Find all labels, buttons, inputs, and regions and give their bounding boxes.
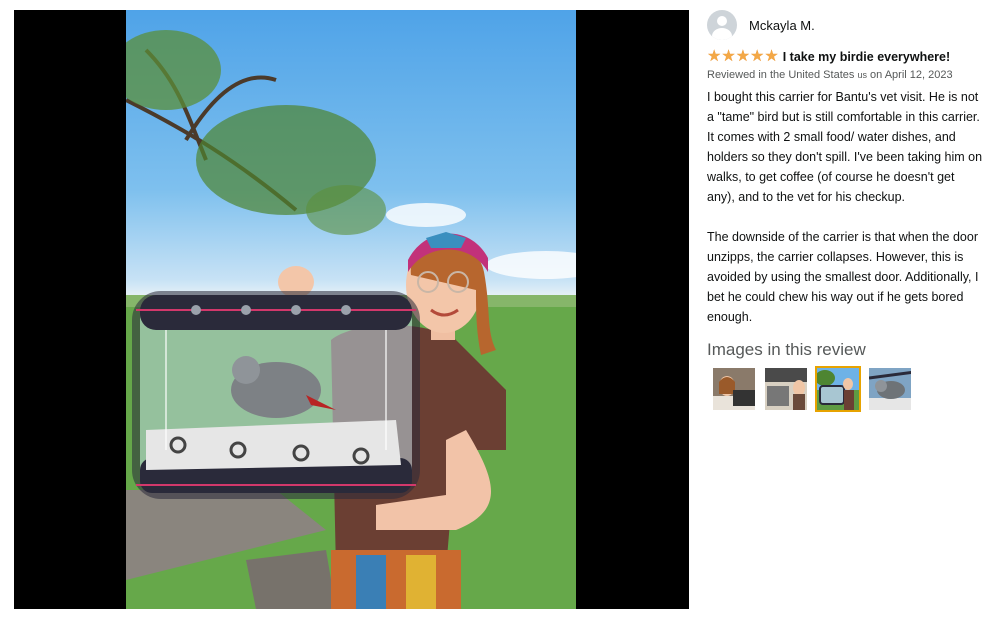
review-title: I take my birdie everywhere! <box>782 50 951 64</box>
bird-carrier <box>132 291 420 499</box>
thumbnail-4[interactable] <box>867 366 913 412</box>
avatar-icon <box>707 10 737 40</box>
review-body: I bought this carrier for Bantu's vet vi… <box>707 87 982 327</box>
review-panel: Mckayla M. ★ ★ ★ ★ ★ I take my birdie ev… <box>707 10 982 412</box>
thumbnail-3[interactable] <box>815 366 861 412</box>
photo-illustration <box>126 30 576 609</box>
thumbnail-1[interactable] <box>711 366 757 412</box>
star-icon: ★ <box>750 48 765 65</box>
images-heading: Images in this review <box>707 340 866 359</box>
review-photo[interactable] <box>126 10 576 609</box>
review-paragraph: I bought this carrier for Bantu's vet vi… <box>707 90 982 204</box>
image-viewer <box>14 10 689 609</box>
review-paragraph: The downside of the carrier is that when… <box>707 230 979 324</box>
star-icon: ★ <box>735 48 751 65</box>
star-icon: ★ <box>707 48 722 65</box>
review-meta: Reviewed in the United States us on Apri… <box>707 69 982 81</box>
review-thumbnails <box>707 366 982 412</box>
thumbnail-2[interactable] <box>763 366 809 412</box>
reviewer-profile[interactable]: Mckayla M. <box>707 10 982 40</box>
country-flag: us <box>857 70 867 80</box>
reviewer-name[interactable]: Mckayla M. <box>749 18 815 33</box>
star-icon: ★ <box>764 48 779 65</box>
review-title-row: ★ ★ ★ ★ ★ I take my birdie everywhere! <box>707 48 982 66</box>
star-icon: ★ <box>721 48 736 65</box>
review-location: Reviewed in the United States <box>707 69 855 81</box>
star-rating: ★ ★ ★ ★ ★ <box>707 49 779 65</box>
review-date: on April 12, 2023 <box>870 69 953 81</box>
